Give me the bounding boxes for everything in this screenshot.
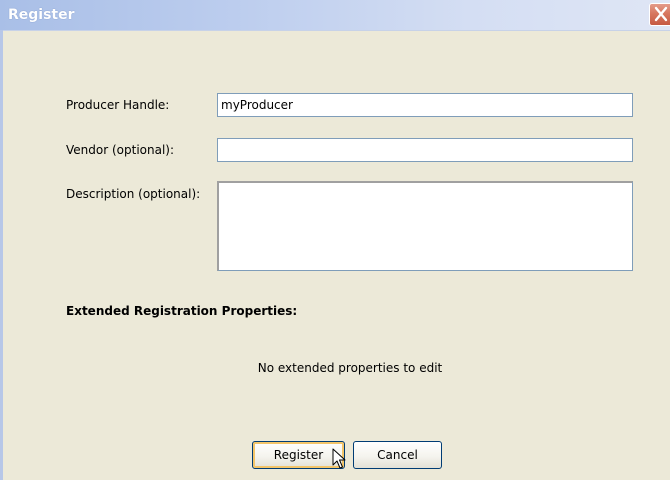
producer-handle-input[interactable] [217,93,633,117]
extended-properties-heading: Extended Registration Properties: [66,304,298,318]
register-dialog: Register Producer Handle: Vendor (option… [0,0,670,480]
window-left-edge [0,30,3,480]
producer-handle-label: Producer Handle: [66,98,170,112]
vendor-label: Vendor (optional): [66,143,175,157]
cancel-button[interactable]: Cancel [353,441,442,469]
close-button[interactable] [649,3,670,26]
description-textarea[interactable] [217,181,633,271]
close-icon [654,6,668,22]
title-bar[interactable]: Register [0,0,670,31]
no-extended-properties-message: No extended properties to edit [257,361,443,375]
window-title: Register [8,7,75,23]
vendor-input[interactable] [217,138,633,162]
register-button[interactable]: Register [252,441,345,469]
description-label: Description (optional): [66,187,201,201]
